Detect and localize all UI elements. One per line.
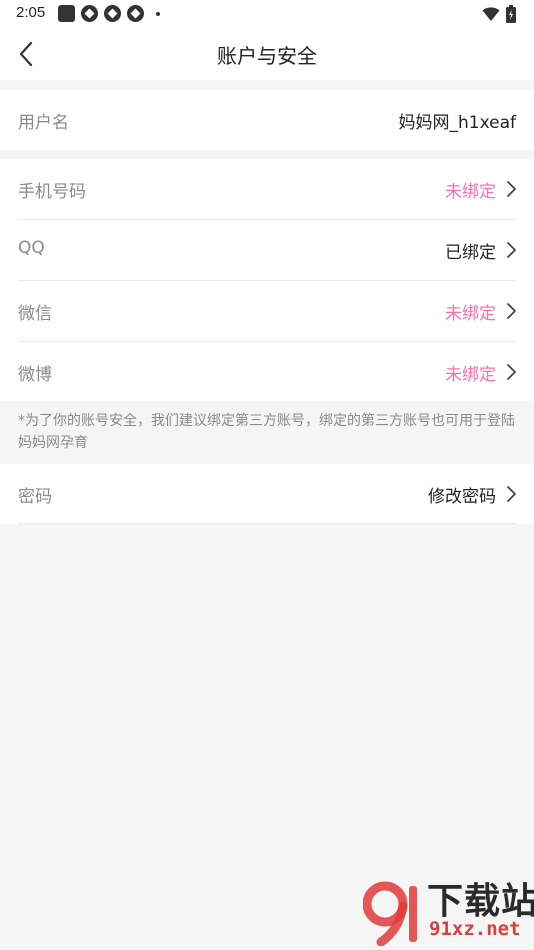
status-system-icons bbox=[482, 5, 516, 23]
watermark: 下载站 91xz.net bbox=[359, 870, 534, 950]
watermark-logo-icon bbox=[363, 881, 417, 946]
chevron-right-icon bbox=[507, 181, 516, 197]
chevron-right-icon bbox=[507, 303, 516, 319]
phone-label: 手机号码 bbox=[18, 182, 86, 202]
notification-icon bbox=[127, 5, 144, 22]
watermark-en-text: 91xz.net bbox=[429, 918, 521, 940]
binding-note: *为了你的账号安全，我们建议绑定第三方账号，绑定的第三方账号也可用于登陆妈妈网孕… bbox=[18, 413, 515, 451]
binding-row-wechat[interactable]: 微信 未绑定 bbox=[0, 281, 534, 341]
password-row[interactable]: 密码 修改密码 bbox=[0, 464, 534, 524]
status-notifications bbox=[58, 5, 160, 22]
password-section: 密码 修改密码 bbox=[0, 464, 534, 524]
page-title: 账户与安全 bbox=[217, 44, 317, 68]
qq-status: 已绑定 bbox=[445, 243, 496, 263]
binding-row-qq[interactable]: QQ 已绑定 bbox=[0, 220, 534, 280]
weibo-label: 微博 bbox=[18, 365, 52, 385]
bindings-section: 手机号码 未绑定 QQ 已绑定 微信 未绑定 微博 未绑定 bbox=[0, 159, 534, 401]
battery-icon bbox=[506, 5, 516, 23]
binding-row-phone[interactable]: 手机号码 未绑定 bbox=[0, 159, 534, 219]
app-notification-icon bbox=[58, 5, 75, 22]
wechat-label: 微信 bbox=[18, 304, 52, 324]
weibo-status: 未绑定 bbox=[445, 365, 496, 385]
chevron-right-icon bbox=[507, 242, 516, 258]
chevron-right-icon bbox=[507, 364, 516, 380]
nav-bar: 账户与安全 bbox=[0, 28, 534, 80]
wifi-icon bbox=[482, 7, 500, 21]
status-time: 2:05 bbox=[16, 4, 46, 21]
notification-icon bbox=[81, 5, 98, 22]
divider bbox=[18, 523, 516, 524]
more-notifications-icon bbox=[156, 11, 160, 16]
qq-label: QQ bbox=[18, 238, 45, 258]
chevron-right-icon bbox=[507, 486, 516, 502]
username-row: 用户名 妈妈网_h1xeaf bbox=[0, 90, 534, 150]
username-section: 用户名 妈妈网_h1xeaf bbox=[0, 90, 534, 150]
phone-status: 未绑定 bbox=[445, 182, 496, 202]
password-label: 密码 bbox=[18, 487, 52, 507]
username-value: 妈妈网_h1xeaf bbox=[398, 113, 517, 133]
binding-row-weibo[interactable]: 微博 未绑定 bbox=[0, 342, 534, 402]
wechat-status: 未绑定 bbox=[445, 304, 496, 324]
username-label: 用户名 bbox=[18, 113, 69, 133]
change-password-link: 修改密码 bbox=[428, 487, 496, 507]
watermark-cn-text: 下载站 bbox=[427, 881, 534, 922]
status-bar: 2:05 bbox=[0, 0, 534, 28]
notification-icon bbox=[104, 5, 121, 22]
